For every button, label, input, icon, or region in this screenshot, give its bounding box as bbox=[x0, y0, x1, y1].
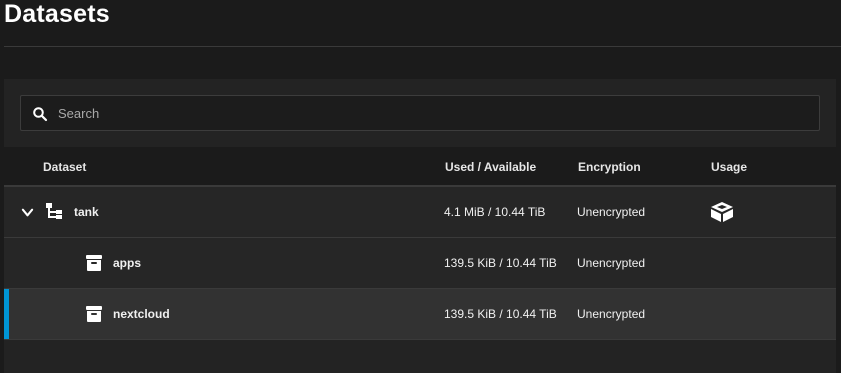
usage-box-icon bbox=[711, 202, 733, 222]
chevron-down-icon[interactable] bbox=[21, 206, 34, 219]
title-divider bbox=[4, 46, 841, 47]
dataset-row-tank[interactable]: tank 4.1 MiB / 10.44 TiB Unencrypted bbox=[4, 187, 836, 238]
dataset-row-apps[interactable]: apps 139.5 KiB / 10.44 TiB Unencrypted bbox=[4, 238, 836, 289]
dataset-name: apps bbox=[113, 256, 142, 270]
dataset-name: tank bbox=[74, 205, 99, 219]
archive-icon bbox=[86, 255, 102, 271]
datasets-panel: Dataset Used / Available Encryption Usag… bbox=[4, 79, 836, 373]
used-available: 4.1 MiB / 10.44 TiB bbox=[444, 205, 546, 219]
column-header-encryption[interactable]: Encryption bbox=[578, 160, 641, 174]
column-header-used-available[interactable]: Used / Available bbox=[445, 160, 536, 174]
dataset-row-nextcloud[interactable]: nextcloud 139.5 KiB / 10.44 TiB Unencryp… bbox=[4, 289, 836, 340]
used-available: 139.5 KiB / 10.44 TiB bbox=[444, 256, 557, 270]
archive-icon bbox=[86, 306, 102, 322]
dataset-tree-icon bbox=[46, 203, 62, 219]
selection-indicator bbox=[4, 289, 9, 339]
column-header-usage[interactable]: Usage bbox=[711, 160, 747, 174]
search-input[interactable] bbox=[58, 96, 798, 130]
dataset-name: nextcloud bbox=[113, 307, 170, 321]
table-header: Dataset Used / Available Encryption Usag… bbox=[4, 147, 836, 187]
encryption-status: Unencrypted bbox=[577, 205, 646, 219]
used-available: 139.5 KiB / 10.44 TiB bbox=[444, 307, 557, 321]
page-title: Datasets bbox=[4, 0, 110, 28]
encryption-status: Unencrypted bbox=[577, 256, 646, 270]
encryption-status: Unencrypted bbox=[577, 307, 646, 321]
search-icon bbox=[33, 107, 48, 122]
search-box[interactable] bbox=[20, 95, 820, 131]
column-header-dataset[interactable]: Dataset bbox=[43, 160, 86, 174]
